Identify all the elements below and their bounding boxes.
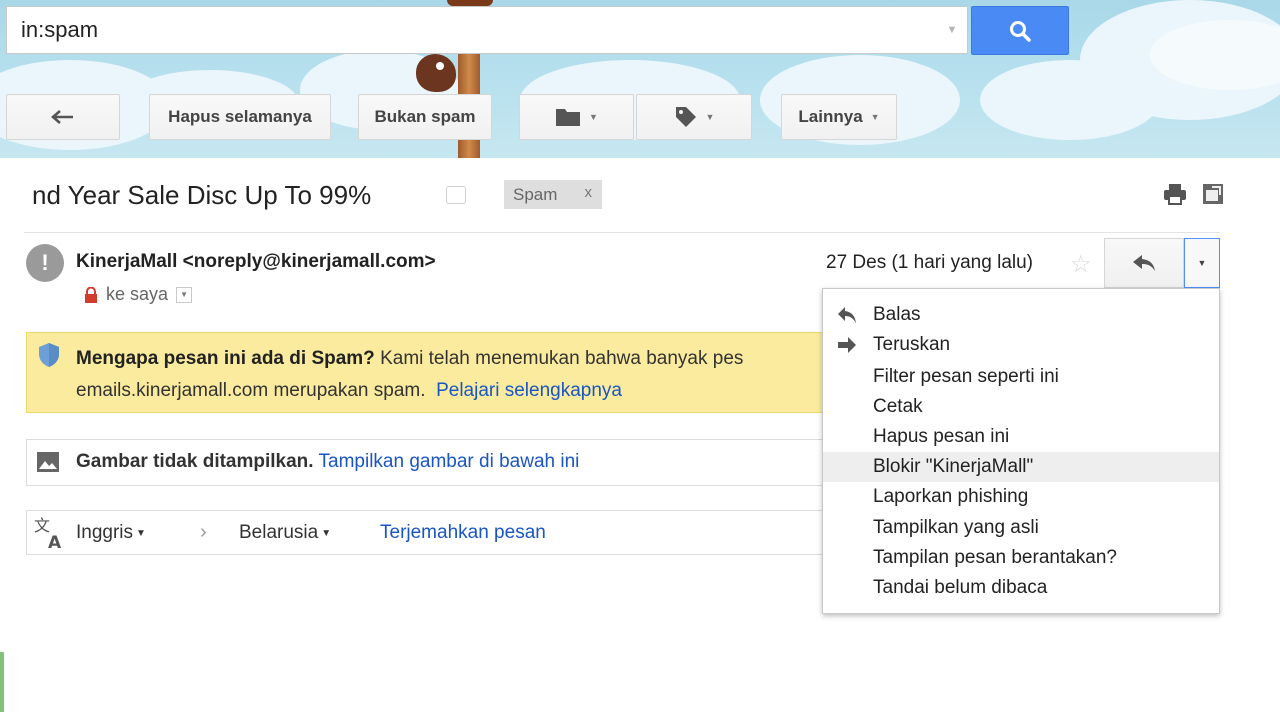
star-icon[interactable]: ☆ bbox=[1070, 250, 1092, 279]
open-in-new-window-icon[interactable] bbox=[1202, 183, 1224, 205]
label-tag-icon bbox=[675, 107, 696, 127]
not-spam-button[interactable]: Bukan spam bbox=[358, 94, 492, 140]
menu-item-forward[interactable]: Teruskan bbox=[823, 330, 1219, 360]
menu-item-mark-unread[interactable]: Tandai belum dibaca bbox=[823, 573, 1219, 603]
chevron-down-icon: ▼ bbox=[589, 112, 598, 122]
chevron-right-icon: › bbox=[200, 521, 207, 543]
spam-warning-line2: emails.kinerjamall.com merupakan spam. P… bbox=[76, 380, 622, 401]
message-actions-menu: Balas Teruskan Filter pesan seperti ini … bbox=[822, 288, 1220, 614]
message-subject: nd Year Sale Disc Up To 99% bbox=[32, 180, 372, 210]
lock-icon bbox=[85, 286, 97, 303]
menu-item-delete[interactable]: Hapus pesan ini bbox=[823, 422, 1219, 452]
menu-item-message-garbled[interactable]: Tampilan pesan berantakan? bbox=[823, 543, 1219, 573]
learn-more-link[interactable]: Pelajari selengkapnya bbox=[436, 380, 622, 401]
sender-name[interactable]: KinerjaMall <noreply@kinerjamall.com> bbox=[76, 251, 436, 273]
recipient-text: ke saya bbox=[106, 284, 169, 304]
message-date: 27 Des (1 hari yang lalu) bbox=[826, 252, 1033, 273]
spam-label-chip: Spam x bbox=[504, 180, 602, 209]
important-marker[interactable] bbox=[446, 186, 466, 204]
theme-character bbox=[416, 54, 456, 92]
target-language-select[interactable]: Belarusia ▼ bbox=[239, 522, 331, 544]
image-icon bbox=[37, 452, 59, 472]
menu-item-reply[interactable]: Balas bbox=[823, 300, 1219, 330]
show-images-link[interactable]: Tampilkan gambar di bawah ini bbox=[319, 451, 580, 472]
menu-item-print[interactable]: Cetak bbox=[823, 392, 1219, 422]
menu-item-report-phishing[interactable]: Laporkan phishing bbox=[823, 482, 1219, 512]
translate-icon: 文 A bbox=[34, 516, 62, 550]
menu-item-show-original[interactable]: Tampilkan yang asli bbox=[823, 513, 1219, 543]
search-box[interactable]: ▼ bbox=[6, 6, 968, 54]
print-icon[interactable] bbox=[1163, 183, 1187, 205]
chevron-down-icon: ▼ bbox=[870, 112, 880, 122]
chevron-down-icon: ▼ bbox=[136, 528, 146, 539]
sender-avatar: ! bbox=[26, 244, 64, 282]
remove-label-button[interactable]: x bbox=[585, 184, 593, 201]
move-to-button[interactable]: ▼ bbox=[519, 94, 634, 140]
delete-forever-button[interactable]: Hapus selamanya bbox=[149, 94, 331, 140]
reply-icon bbox=[838, 307, 856, 323]
back-arrow-icon bbox=[51, 110, 73, 124]
search-input[interactable] bbox=[7, 8, 937, 52]
recipient-line: ke saya ▼ bbox=[84, 284, 193, 305]
reply-icon bbox=[1133, 255, 1155, 271]
show-details-caret[interactable]: ▼ bbox=[176, 286, 193, 303]
search-icon bbox=[1010, 20, 1031, 42]
images-notice-text: Gambar tidak ditampilkan. Tampilkan gamb… bbox=[76, 451, 580, 472]
translate-message-link[interactable]: Terjemahkan pesan bbox=[380, 522, 546, 544]
back-button[interactable] bbox=[6, 94, 120, 140]
folder-icon bbox=[556, 109, 581, 126]
source-language-select[interactable]: Inggris ▼ bbox=[76, 522, 146, 544]
forward-icon bbox=[838, 337, 856, 353]
svg-text:A: A bbox=[48, 533, 62, 550]
more-actions-button[interactable]: Lainnya ▼ bbox=[781, 94, 897, 140]
chevron-down-icon: ▼ bbox=[321, 528, 332, 539]
message-more-button[interactable]: ▼ bbox=[1184, 238, 1220, 288]
search-options-caret[interactable]: ▼ bbox=[937, 24, 967, 36]
spam-warning-line1: Mengapa pesan ini ada di Spam? Kami tela… bbox=[76, 348, 744, 369]
chevron-down-icon: ▼ bbox=[1197, 258, 1207, 268]
chevron-down-icon: ▼ bbox=[705, 112, 715, 122]
reply-button[interactable] bbox=[1104, 238, 1184, 288]
menu-item-block-sender[interactable]: Blokir "KinerjaMall" bbox=[823, 452, 1219, 482]
search-button[interactable] bbox=[971, 6, 1069, 55]
shield-icon bbox=[39, 343, 59, 367]
labels-button[interactable]: ▼ bbox=[636, 94, 752, 140]
menu-item-filter[interactable]: Filter pesan seperti ini bbox=[823, 362, 1219, 392]
